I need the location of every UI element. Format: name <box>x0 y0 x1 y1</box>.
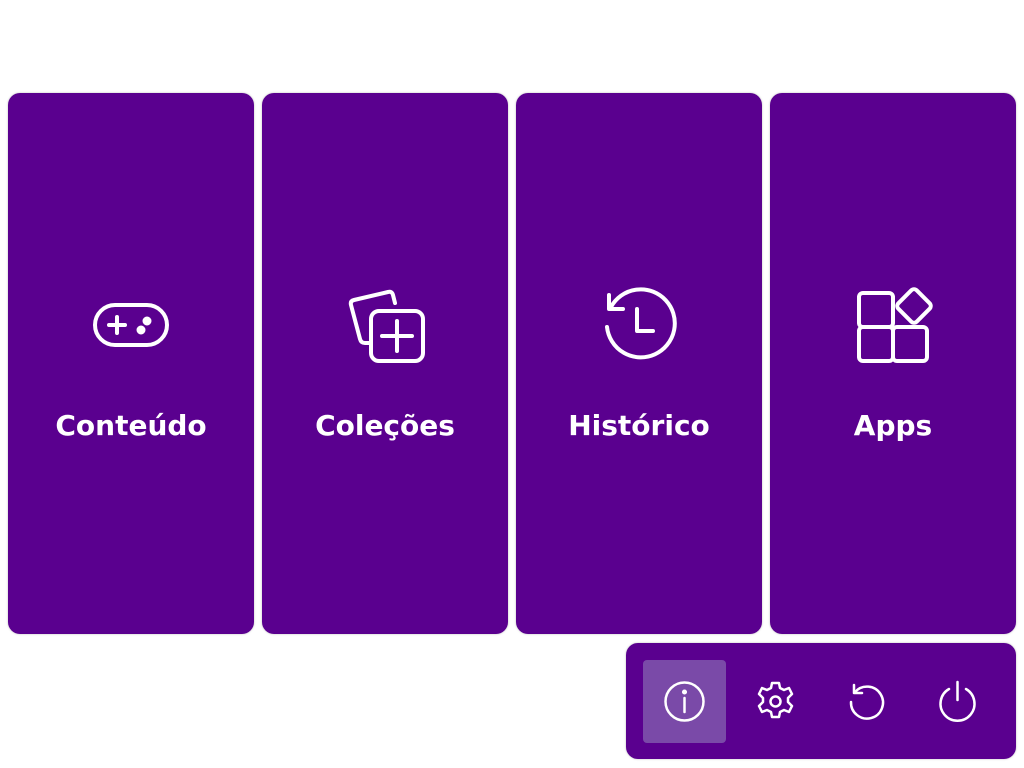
gamepad-icon <box>93 303 169 347</box>
restart-icon <box>849 683 885 720</box>
info-icon <box>664 681 705 722</box>
tile-label: Coleções <box>315 409 455 442</box>
tile-apps[interactable]: Apps <box>770 93 1016 634</box>
collection-add-icon <box>348 289 425 363</box>
tile-historico[interactable]: Histórico <box>516 93 762 634</box>
apps-icon <box>857 287 933 363</box>
info-button[interactable] <box>643 660 726 743</box>
tile-label: Histórico <box>568 409 710 442</box>
tile-label: Apps <box>853 409 933 442</box>
restart-button[interactable] <box>825 660 908 743</box>
tile-label: Conteúdo <box>55 409 207 442</box>
system-toolbar <box>626 643 1016 759</box>
settings-button[interactable] <box>734 660 817 743</box>
power-icon <box>939 680 976 722</box>
settings-icon <box>757 681 794 719</box>
tile-conteudo[interactable]: Conteúdo <box>8 93 254 634</box>
history-icon <box>605 287 677 360</box>
power-button[interactable] <box>916 660 999 743</box>
tile-colecoes[interactable]: Coleções <box>262 93 508 634</box>
